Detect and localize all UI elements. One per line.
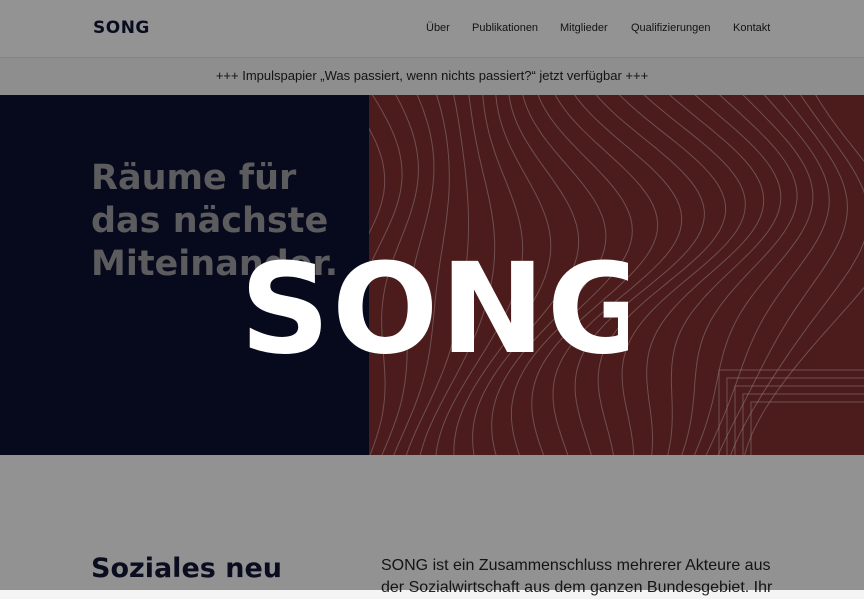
wave-line [705,95,830,455]
overlay-logo-text: SONG [240,242,628,360]
hero-headline-line: das nächste [91,201,329,241]
wave-line [730,95,864,455]
wave-frame-line [726,377,864,455]
wave-frame-line [718,369,864,455]
wave-frame-line [750,401,864,455]
announcement-bar: +++ Impulspapier „Was passiert, wenn nic… [0,57,864,95]
nav-item-mitglieder[interactable]: Mitglieder [560,22,608,34]
nav-item-kontakt[interactable]: Kontakt [733,22,770,34]
announcement-link[interactable]: +++ Impulspapier „Was passiert, wenn nic… [216,68,648,83]
nav-item-qualifizierungen[interactable]: Qualifizierungen [631,22,711,34]
wave-frame-line [734,385,864,455]
wave-line [681,95,798,455]
site-header: SONG Über Publikationen Mitglieder Quali… [0,0,864,57]
wave-line [667,95,782,455]
intro-heading: Soziales neu [91,553,282,584]
wave-frame-line [742,393,864,455]
overlay-song-logo: SONG [240,242,628,360]
nav-item-ueber[interactable]: Über [426,22,450,34]
hero-headline-line: Räume für [91,158,297,198]
intro-text: SONG ist ein Zusammenschluss mehrerer Ak… [381,557,773,596]
site-logo[interactable]: SONG [93,18,150,38]
nav-item-publikationen[interactable]: Publikationen [472,22,538,34]
